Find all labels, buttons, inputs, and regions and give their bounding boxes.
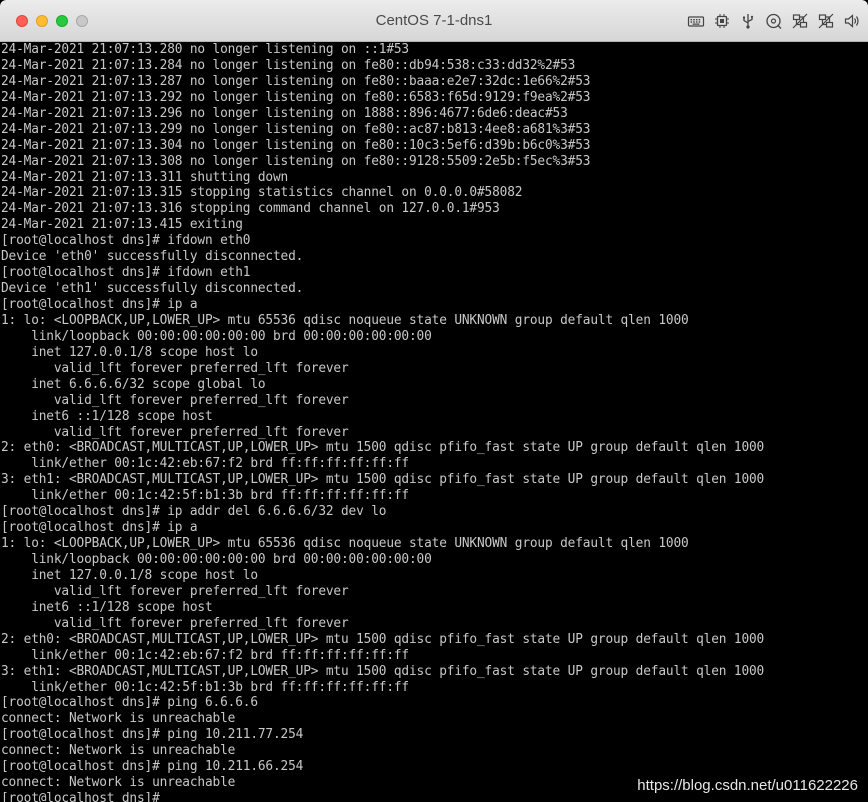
terminal-line: 24-Mar-2021 21:07:13.280 no longer liste… bbox=[0, 42, 409, 57]
speaker-icon[interactable] bbox=[842, 11, 862, 31]
terminal-line: connect: Network is unreachable bbox=[0, 711, 236, 727]
terminal-line: [root@localhost dns]# ip a bbox=[0, 297, 198, 312]
network-disabled-icon[interactable] bbox=[790, 11, 810, 31]
terminal-line: 1: lo: <LOOPBACK,UP,LOWER_UP> mtu 65536 … bbox=[0, 536, 689, 552]
terminal-line: valid_lft forever preferred_lft forever bbox=[0, 615, 349, 631]
vm-window: CentOS 7-1-dns1 24-Mar-2021 21:07:13.280… bbox=[0, 0, 868, 802]
terminal-line: [root@localhost dns]# ip a bbox=[0, 520, 198, 536]
terminal-line: link/loopback 00:00:00:00:00:00 brd 00:0… bbox=[0, 552, 432, 567]
terminal-line: link/ether 00:1c:42:5f:b1:3b brd ff:ff:f… bbox=[0, 488, 409, 504]
terminal-line: 2: eth0: <BROADCAST,MULTICAST,UP,LOWER_U… bbox=[0, 631, 765, 647]
terminal-line: inet 6.6.6.6/32 scope global lo bbox=[0, 376, 266, 392]
terminal-line: 3: eth1: <BROADCAST,MULTICAST,UP,LOWER_U… bbox=[0, 472, 765, 488]
terminal-line: [root@localhost dns]# ifdown eth1 bbox=[0, 265, 251, 281]
terminal-line: [root@localhost dns]# ping 10.211.66.254 bbox=[0, 759, 304, 775]
terminal-line: 3: eth1: <BROADCAST,MULTICAST,UP,LOWER_U… bbox=[0, 663, 765, 679]
terminal-line: valid_lft forever preferred_lft forever bbox=[0, 360, 349, 376]
terminal-line: link/ether 00:1c:42:eb:67:f2 brd ff:ff:f… bbox=[0, 456, 409, 472]
cpu-chip-icon[interactable] bbox=[712, 11, 732, 31]
terminal-line: 24-Mar-2021 21:07:13.415 exiting bbox=[0, 217, 243, 233]
terminal-line: inet6 ::1/128 scope host bbox=[0, 408, 213, 424]
terminal-console[interactable]: 24-Mar-2021 21:07:13.280 no longer liste… bbox=[0, 42, 868, 802]
terminal-line: 24-Mar-2021 21:07:13.292 no longer liste… bbox=[0, 89, 591, 105]
network-disabled-icon[interactable] bbox=[816, 11, 836, 31]
terminal-line: valid_lft forever preferred_lft forever bbox=[0, 583, 349, 599]
terminal-line: [root@localhost dns]# ping 10.211.77.254 bbox=[0, 727, 304, 743]
terminal-line: link/ether 00:1c:42:eb:67:f2 brd ff:ff:f… bbox=[0, 647, 409, 663]
terminal-line: valid_lft forever preferred_lft forever bbox=[0, 392, 349, 408]
title-bar[interactable]: CentOS 7-1-dns1 bbox=[0, 0, 868, 42]
keyboard-icon[interactable] bbox=[686, 11, 706, 31]
terminal-line: Device 'eth1' successfully disconnected. bbox=[0, 281, 304, 297]
terminal-line: 24-Mar-2021 21:07:13.308 no longer liste… bbox=[0, 153, 591, 169]
disc-icon[interactable] bbox=[764, 11, 784, 31]
terminal-line: [root@localhost dns]# ifdown eth0 bbox=[0, 233, 251, 249]
terminal-line: [root@localhost dns]# ip addr del 6.6.6.… bbox=[0, 504, 387, 520]
terminal-line: 24-Mar-2021 21:07:13.296 no longer liste… bbox=[0, 105, 568, 121]
terminal-line: connect: Network is unreachable bbox=[0, 743, 236, 759]
terminal-line: valid_lft forever preferred_lft forever bbox=[0, 424, 349, 440]
terminal-line: Device 'eth0' successfully disconnected. bbox=[0, 249, 304, 265]
terminal-line: inet 127.0.0.1/8 scope host lo bbox=[0, 344, 258, 360]
watermark-text: https://blog.csdn.net/u011622226 bbox=[637, 777, 858, 794]
terminal-line: 2: eth0: <BROADCAST,MULTICAST,UP,LOWER_U… bbox=[0, 440, 765, 456]
vm-status-toolbar bbox=[686, 11, 862, 31]
terminal-line: inet6 ::1/128 scope host bbox=[0, 599, 213, 615]
terminal-line: [root@localhost dns]# ping 6.6.6.6 bbox=[0, 695, 258, 711]
terminal-line: 24-Mar-2021 21:07:13.304 no longer liste… bbox=[0, 137, 591, 153]
terminal-line: 24-Mar-2021 21:07:13.299 no longer liste… bbox=[0, 121, 591, 137]
terminal-line: 1: lo: <LOOPBACK,UP,LOWER_UP> mtu 65536 … bbox=[0, 312, 689, 328]
terminal-line: 24-Mar-2021 21:07:13.316 stopping comman… bbox=[0, 201, 500, 217]
terminal-line: 24-Mar-2021 21:07:13.287 no longer liste… bbox=[0, 73, 591, 89]
terminal-line: link/ether 00:1c:42:5f:b1:3b brd ff:ff:f… bbox=[0, 679, 409, 695]
terminal-line: 24-Mar-2021 21:07:13.315 stopping statis… bbox=[0, 185, 523, 201]
usb-icon[interactable] bbox=[738, 11, 758, 31]
terminal-line: 24-Mar-2021 21:07:13.311 shutting down bbox=[0, 169, 289, 185]
terminal-line: link/loopback 00:00:00:00:00:00 brd 00:0… bbox=[0, 328, 432, 344]
terminal-line: inet 127.0.0.1/8 scope host lo bbox=[0, 567, 258, 583]
terminal-line: 24-Mar-2021 21:07:13.284 no longer liste… bbox=[0, 57, 576, 73]
